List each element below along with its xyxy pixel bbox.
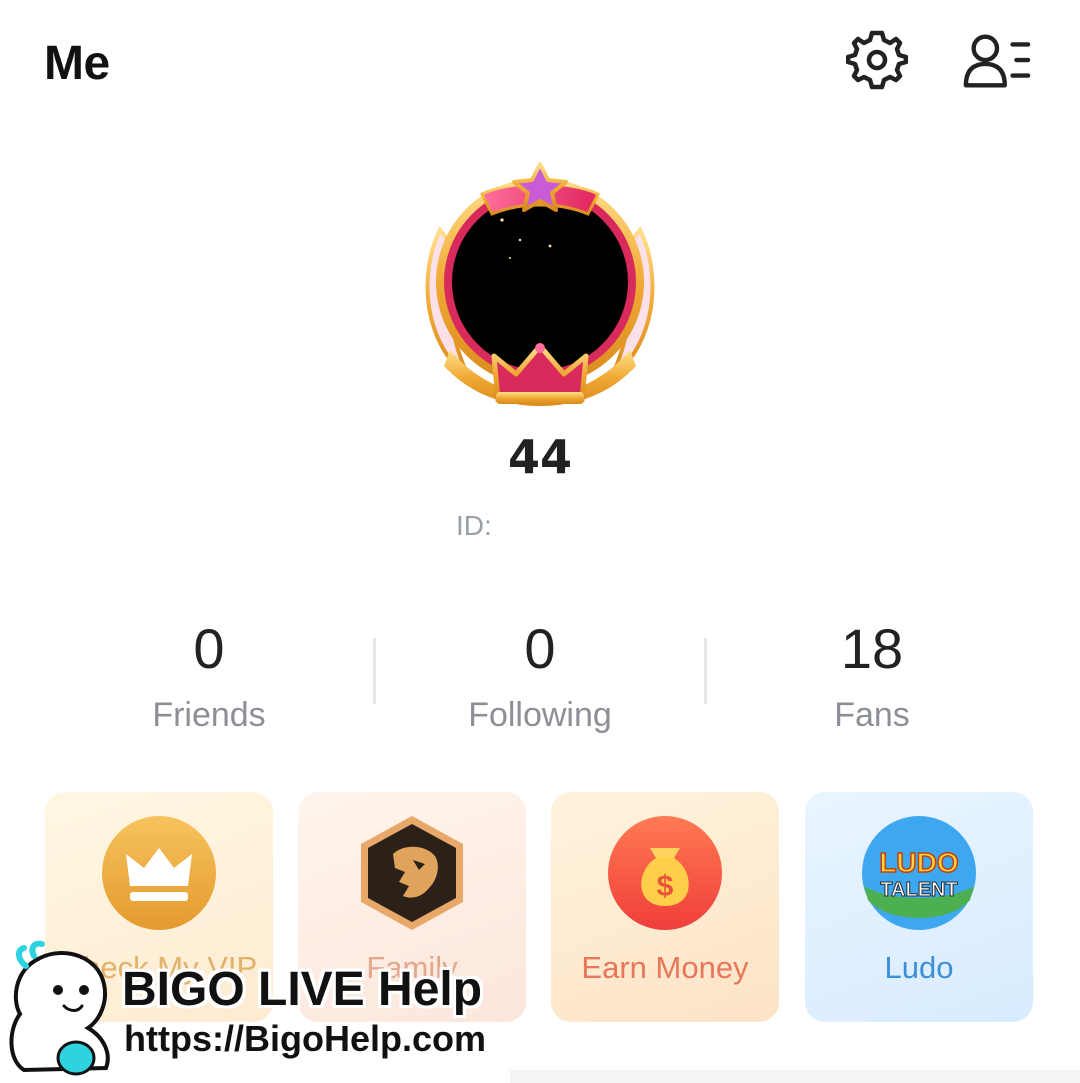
stat-following[interactable]: 0 Following — [375, 616, 705, 735]
page-title: Me — [44, 37, 110, 90]
bottom-strip — [510, 1070, 1080, 1083]
watermark: BIGO LIVE Help https://BigoHelp.com — [0, 936, 520, 1083]
stat-friends[interactable]: 0 Friends — [44, 616, 374, 735]
svg-text:$: $ — [657, 870, 674, 903]
stat-following-count: 0 — [524, 617, 556, 680]
person-list-icon — [963, 34, 1031, 88]
watermark-url: https://BigoHelp.com — [124, 1018, 486, 1059]
settings-button[interactable] — [842, 28, 912, 92]
gear-icon — [846, 30, 908, 90]
stat-fans-count: 18 — [840, 617, 904, 680]
crown-avatar-frame — [425, 162, 655, 406]
bigo-mascot-icon — [9, 940, 110, 1076]
ludo-logo-subtext: TALENT — [880, 879, 957, 901]
money-bag-icon: $ — [608, 816, 722, 930]
profile-list-button[interactable] — [962, 28, 1032, 92]
ludo-logo-text: LUDO — [879, 847, 958, 878]
stat-friends-label: Friends — [152, 696, 266, 734]
ludo-talent-icon: LUDO TALENT — [862, 816, 976, 930]
stat-friends-count: 0 — [193, 617, 225, 680]
stat-following-label: Following — [468, 696, 612, 734]
username: 44 — [507, 430, 572, 484]
card-earn-money[interactable]: $ Earn Money — [551, 792, 779, 1022]
avatar[interactable] — [410, 150, 670, 410]
card-ludo[interactable]: LUDO TALENT Ludo — [805, 792, 1033, 1022]
lion-icon — [361, 816, 463, 930]
watermark-title: BIGO LIVE Help — [122, 963, 483, 1016]
card-label: Ludo — [884, 950, 954, 985]
crown-icon — [102, 816, 216, 930]
stat-fans-label: Fans — [834, 696, 910, 734]
user-id[interactable]: ID: — [456, 510, 492, 542]
card-label: Earn Money — [581, 950, 749, 985]
stat-fans[interactable]: 18 Fans — [707, 616, 1037, 735]
